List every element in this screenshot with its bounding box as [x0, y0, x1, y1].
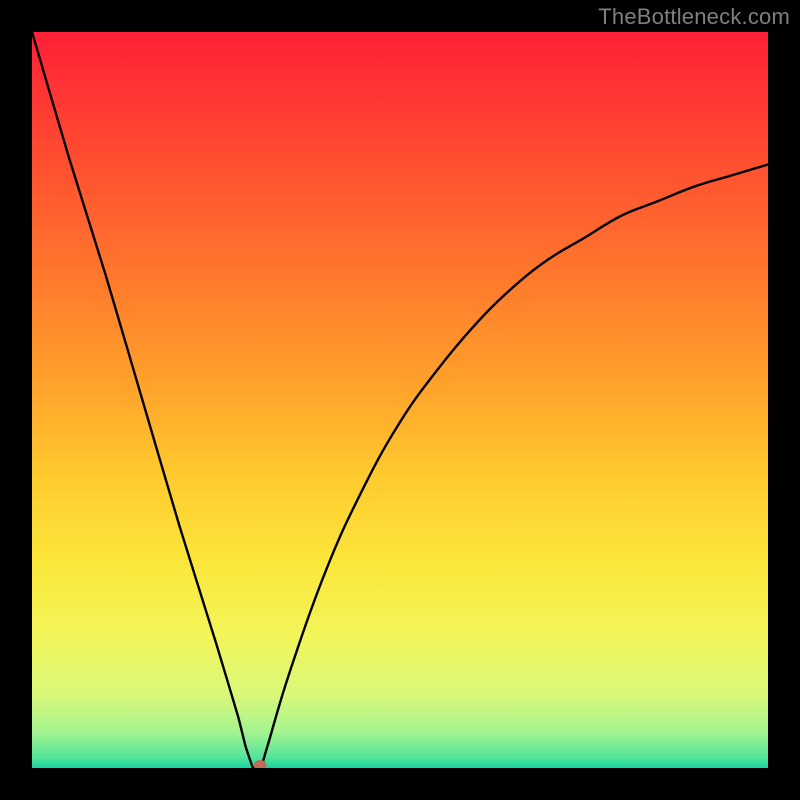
chart-svg	[32, 32, 768, 768]
chart-frame: TheBottleneck.com	[0, 0, 800, 800]
watermark-label: TheBottleneck.com	[598, 4, 790, 30]
chart-plot-area	[32, 32, 768, 768]
